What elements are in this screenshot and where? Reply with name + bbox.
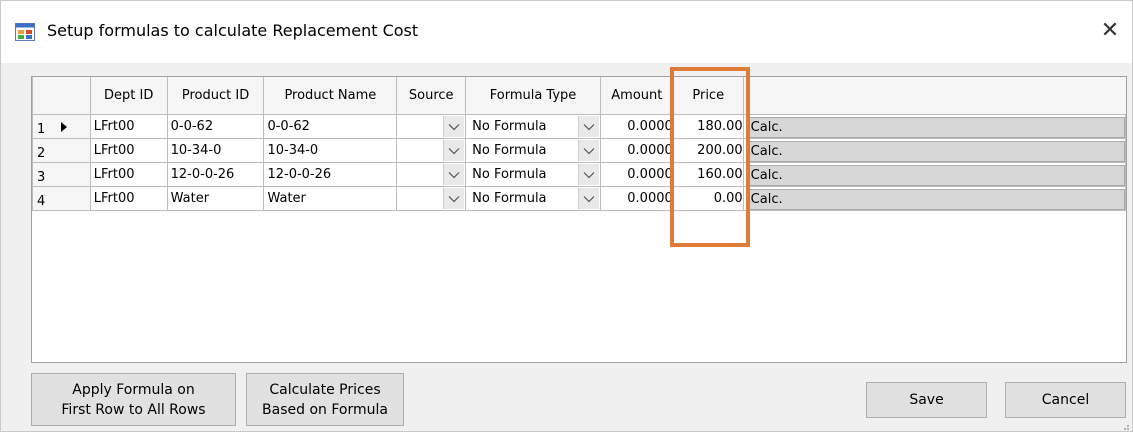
row-header[interactable]: 3 bbox=[32, 162, 91, 187]
save-label: Save bbox=[909, 392, 944, 408]
chevron-down-icon[interactable] bbox=[443, 116, 465, 137]
formula-grid[interactable]: Dept ID Product ID Product Name Source F… bbox=[31, 76, 1127, 363]
formula-type-value: No Formula bbox=[472, 191, 547, 206]
cell-amount[interactable]: 0.0000 bbox=[599, 138, 674, 163]
data-grid-table: Dept ID Product ID Product Name Source F… bbox=[32, 77, 1126, 211]
apply-formula-label-line2: First Row to All Rows bbox=[61, 401, 206, 418]
calc-button[interactable]: Calc. bbox=[746, 188, 1125, 210]
resize-grip-icon[interactable] bbox=[1120, 419, 1130, 430]
chevron-down-icon[interactable] bbox=[443, 140, 465, 161]
row-number: 2 bbox=[37, 146, 46, 161]
chevron-down-icon[interactable] bbox=[443, 164, 465, 185]
save-button[interactable]: Save bbox=[866, 382, 987, 418]
cell-price[interactable]: 0.00 bbox=[672, 186, 744, 211]
formula-type-value: No Formula bbox=[472, 167, 547, 182]
grid-header-row: Dept ID Product ID Product Name Source F… bbox=[32, 77, 1126, 115]
cell-price[interactable]: 200.00 bbox=[672, 138, 744, 163]
cell-source-combo[interactable] bbox=[396, 186, 467, 211]
cell-formula-type-combo[interactable]: No Formula bbox=[465, 162, 601, 187]
cell-price[interactable]: 180.00 bbox=[672, 114, 744, 139]
window-title: Setup formulas to calculate Replacement … bbox=[47, 21, 419, 40]
row-number: 1 bbox=[37, 122, 46, 137]
cell-source-combo[interactable] bbox=[396, 162, 467, 187]
cell-product-name[interactable]: 12-0-0-26 bbox=[263, 162, 398, 187]
cell-amount[interactable]: 0.0000 bbox=[599, 162, 674, 187]
cell-dept-id[interactable]: LFrt00 bbox=[89, 114, 168, 139]
cell-calc: Calc. bbox=[742, 186, 1126, 211]
cell-source-combo[interactable] bbox=[396, 138, 467, 163]
cell-dept-id[interactable]: LFrt00 bbox=[89, 138, 168, 163]
cell-product-name[interactable]: 10-34-0 bbox=[263, 138, 398, 163]
col-header-calc bbox=[742, 77, 1126, 115]
col-header-price[interactable]: Price bbox=[672, 77, 744, 115]
cell-source-combo[interactable] bbox=[396, 114, 467, 139]
cell-calc: Calc. bbox=[742, 114, 1126, 139]
calculate-prices-label-line1: Calculate Prices bbox=[269, 381, 381, 398]
col-header-product-id[interactable]: Product ID bbox=[166, 77, 265, 115]
calc-button[interactable]: Calc. bbox=[746, 116, 1125, 138]
row-header-corner bbox=[32, 77, 91, 115]
cell-formula-type-combo[interactable]: No Formula bbox=[465, 186, 601, 211]
cell-dept-id[interactable]: LFrt00 bbox=[89, 186, 168, 211]
dialog-window: Setup formulas to calculate Replacement … bbox=[0, 0, 1133, 432]
cell-amount[interactable]: 0.0000 bbox=[599, 186, 674, 211]
table-row[interactable]: 1 LFrt00 0-0-62 0-0-62 No Formula 0.0000 bbox=[32, 114, 1126, 139]
cell-product-name[interactable]: 0-0-62 bbox=[263, 114, 398, 139]
app-window-icon bbox=[15, 23, 35, 41]
table-row[interactable]: 2 LFrt00 10-34-0 10-34-0 No Formula 0.00… bbox=[32, 138, 1126, 163]
col-header-amount[interactable]: Amount bbox=[599, 77, 674, 115]
formula-type-value: No Formula bbox=[472, 143, 547, 158]
cell-product-id[interactable]: 0-0-62 bbox=[166, 114, 265, 139]
cancel-label: Cancel bbox=[1041, 392, 1090, 408]
current-row-indicator-icon bbox=[61, 122, 67, 132]
row-number: 3 bbox=[37, 170, 46, 185]
col-header-formula-type[interactable]: Formula Type bbox=[465, 77, 601, 115]
apply-formula-label-line1: Apply Formula on bbox=[72, 381, 195, 398]
source-value bbox=[400, 191, 403, 206]
cell-formula-type-combo[interactable]: No Formula bbox=[465, 138, 601, 163]
close-icon[interactable]: ✕ bbox=[1088, 11, 1132, 51]
cancel-button[interactable]: Cancel bbox=[1005, 382, 1126, 418]
row-header[interactable]: 2 bbox=[32, 138, 91, 163]
calculate-prices-button[interactable]: Calculate Prices Based on Formula bbox=[246, 373, 404, 426]
source-value bbox=[400, 143, 403, 158]
cell-product-id[interactable]: 12-0-0-26 bbox=[166, 162, 265, 187]
cell-formula-type-combo[interactable]: No Formula bbox=[465, 114, 601, 139]
cell-calc: Calc. bbox=[742, 138, 1126, 163]
chevron-down-icon[interactable] bbox=[577, 188, 599, 209]
col-header-product-name[interactable]: Product Name bbox=[263, 77, 398, 115]
cell-product-id[interactable]: Water bbox=[166, 186, 265, 211]
table-row[interactable]: 3 LFrt00 12-0-0-26 12-0-0-26 No Formula … bbox=[32, 162, 1126, 187]
source-value bbox=[400, 119, 403, 134]
apply-formula-button[interactable]: Apply Formula on First Row to All Rows bbox=[31, 373, 236, 426]
row-header[interactable]: 4 bbox=[32, 186, 91, 211]
calc-button[interactable]: Calc. bbox=[746, 164, 1125, 186]
row-number: 4 bbox=[37, 194, 46, 209]
chevron-down-icon[interactable] bbox=[443, 188, 465, 209]
title-bar: Setup formulas to calculate Replacement … bbox=[1, 1, 1132, 63]
formula-type-value: No Formula bbox=[472, 119, 547, 134]
chevron-down-icon[interactable] bbox=[577, 116, 599, 137]
table-row[interactable]: 4 LFrt00 Water Water No Formula 0.0000 0… bbox=[32, 186, 1126, 211]
col-header-dept-id[interactable]: Dept ID bbox=[89, 77, 168, 115]
cell-dept-id[interactable]: LFrt00 bbox=[89, 162, 168, 187]
cell-calc: Calc. bbox=[742, 162, 1126, 187]
cell-product-id[interactable]: 10-34-0 bbox=[166, 138, 265, 163]
chevron-down-icon[interactable] bbox=[577, 140, 599, 161]
cell-price[interactable]: 160.00 bbox=[672, 162, 744, 187]
calc-button[interactable]: Calc. bbox=[746, 140, 1125, 162]
calculate-prices-label-line2: Based on Formula bbox=[262, 401, 388, 418]
cell-product-name[interactable]: Water bbox=[263, 186, 398, 211]
col-header-source[interactable]: Source bbox=[396, 77, 467, 115]
source-value bbox=[400, 167, 403, 182]
row-header[interactable]: 1 bbox=[32, 114, 91, 139]
cell-amount[interactable]: 0.0000 bbox=[599, 114, 674, 139]
chevron-down-icon[interactable] bbox=[577, 164, 599, 185]
